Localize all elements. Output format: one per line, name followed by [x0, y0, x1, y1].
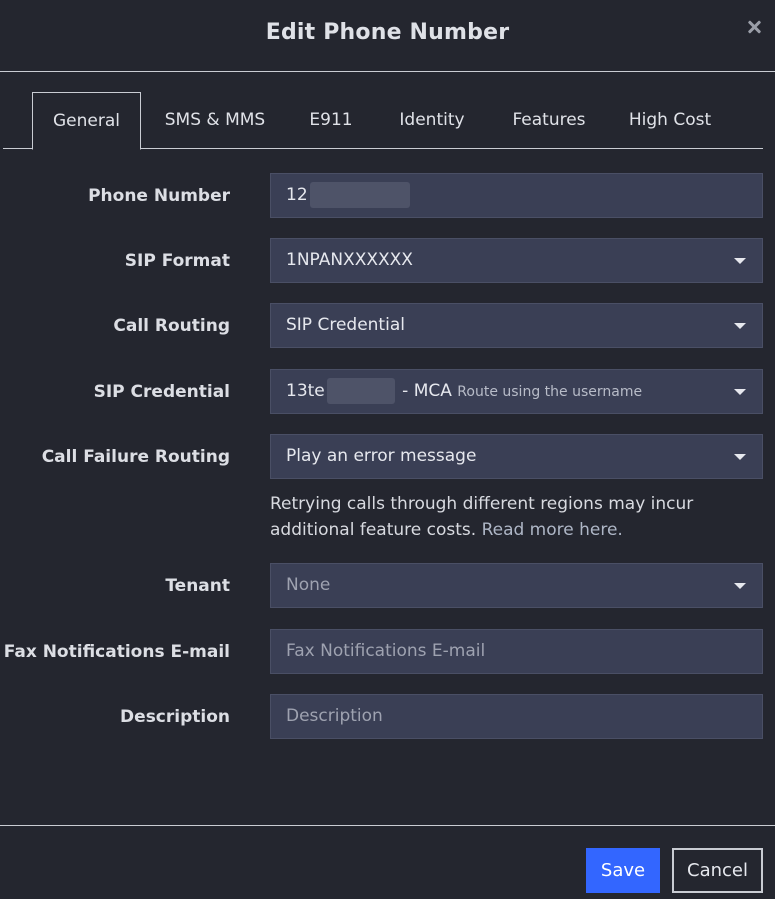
description-label: Description [120, 707, 230, 727]
tenant-select[interactable]: None [270, 563, 763, 608]
chevron-down-icon [734, 583, 746, 589]
call-routing-value: SIP Credential [286, 315, 405, 335]
fax-email-label: Fax Notifications E-mail [3, 642, 230, 662]
phone-number-input[interactable]: 12 [270, 173, 763, 218]
phone-number-value: 12 [286, 185, 308, 205]
redacted-block [309, 182, 410, 208]
cancel-button[interactable]: Cancel [672, 848, 763, 893]
dialog-header: Edit Phone Number [0, 0, 775, 72]
call-failure-routing-value: Play an error message [286, 446, 477, 466]
call-failure-routing-select[interactable]: Play an error message [270, 434, 763, 479]
sip-credential-hint: Route using the username [457, 384, 643, 400]
chevron-down-icon [734, 389, 746, 395]
tab-identity[interactable]: Identity [389, 92, 475, 149]
chevron-down-icon [734, 258, 746, 264]
sip-format-select[interactable]: 1NPANXXXXXX [270, 238, 763, 283]
tab-sms-mms[interactable]: SMS & MMS [155, 92, 275, 149]
chevron-down-icon [734, 323, 746, 329]
tab-general[interactable]: General [32, 92, 141, 150]
description-placeholder: Description [286, 706, 383, 726]
phone-number-label: Phone Number [88, 186, 230, 206]
fax-email-placeholder: Fax Notifications E-mail [286, 641, 486, 661]
dialog-title: Edit Phone Number [265, 20, 510, 45]
read-more-link[interactable]: Read more here. [482, 520, 623, 540]
tenant-label: Tenant [165, 576, 230, 596]
sip-format-label: SIP Format [124, 251, 230, 271]
description-input[interactable]: Description [270, 694, 763, 739]
redacted-block [326, 378, 395, 404]
sip-credential-value-suffix: - MCA [402, 381, 452, 401]
sip-format-value: 1NPANXXXXXX [286, 250, 413, 270]
call-failure-routing-label: Call Failure Routing [41, 447, 230, 467]
call-failure-help-text: Retrying calls through different regions… [270, 491, 750, 543]
tenant-value: None [286, 575, 331, 595]
call-routing-label: Call Routing [113, 316, 230, 336]
chevron-down-icon [734, 454, 746, 460]
dialog-footer: Save Cancel [0, 825, 775, 899]
tab-e911[interactable]: E911 [300, 92, 362, 149]
call-routing-select[interactable]: SIP Credential [270, 303, 763, 348]
edit-phone-number-dialog: Edit Phone Number General SMS & MMS E911… [0, 0, 775, 899]
tab-high-cost[interactable]: High Cost [621, 92, 719, 149]
close-icon[interactable] [745, 18, 763, 36]
sip-credential-label: SIP Credential [93, 382, 230, 402]
tab-features[interactable]: Features [501, 92, 597, 149]
save-button[interactable]: Save [586, 848, 660, 893]
fax-email-input[interactable]: Fax Notifications E-mail [270, 629, 763, 674]
sip-credential-value-prefix: 13te [286, 381, 325, 401]
tab-bar: General SMS & MMS E911 Identity Features… [3, 92, 763, 150]
sip-credential-select[interactable]: 13te - MCA Route using the username [270, 369, 763, 414]
